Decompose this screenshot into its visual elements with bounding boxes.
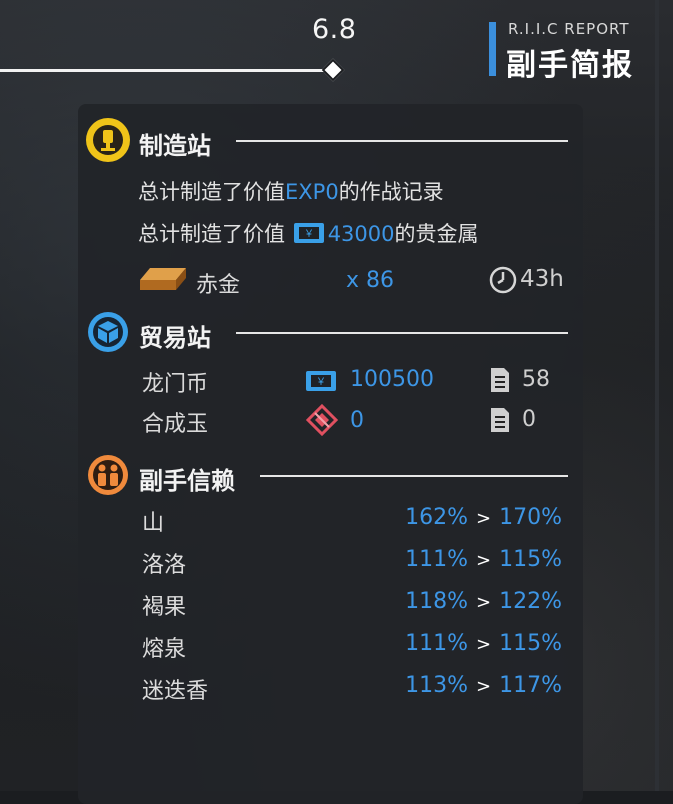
right-edge-rail xyxy=(655,0,659,791)
lmd-icon: ￥ xyxy=(293,223,324,243)
report-subtitle: R.I.I.C REPORT xyxy=(508,20,630,38)
section-trading-title: 贸易站 xyxy=(139,324,211,352)
manufacture-records-line: 总计制造了价值EXP0的作战记录 xyxy=(138,180,444,204)
section-manufacturing-title: 制造站 xyxy=(139,132,211,160)
svg-text:￥: ￥ xyxy=(304,229,314,240)
manufacture-icon xyxy=(86,118,130,162)
trade-row-value: 0 xyxy=(350,408,364,433)
trade-row-name: 合成玉 xyxy=(142,412,209,437)
product-count: x 86 xyxy=(346,268,395,293)
trade-row-value: 100500 xyxy=(350,367,434,392)
slider-track[interactable] xyxy=(0,69,334,72)
document-icon xyxy=(491,408,509,432)
section-trust-title: 副手信赖 xyxy=(139,467,235,495)
manufacture-gold-line: 总计制造了价值 ￥ 43000的贵金属 xyxy=(138,222,479,246)
report-accent-bar xyxy=(489,22,496,76)
trust-row: 迷迭香 113% >117% xyxy=(142,673,562,704)
product-time: 43h xyxy=(520,266,564,292)
arrow-right-icon: > xyxy=(476,592,492,613)
trust-change: 111% >115% xyxy=(405,547,562,572)
trust-row: 洛洛 111% >115% xyxy=(142,547,562,578)
trust-change: 162% >170% xyxy=(405,505,562,530)
gold-bar-icon xyxy=(140,268,186,290)
lmd-icon: ￥ xyxy=(306,371,336,391)
section-divider xyxy=(236,332,568,334)
arrow-right-icon: > xyxy=(476,676,492,697)
report-panel: 制造站 总计制造了价值EXP0的作战记录 总计制造了价值 ￥ 43000的贵金属… xyxy=(78,104,583,804)
trust-row: 熔泉 111% >115% xyxy=(142,631,562,662)
trade-station-icon xyxy=(86,310,130,354)
section-divider xyxy=(260,475,568,477)
trade-row-name: 龙门币 xyxy=(142,372,209,397)
arrow-right-icon: > xyxy=(476,550,492,571)
trust-row: 山 162% >170% xyxy=(142,505,562,536)
section-trust-header: 副手信赖 xyxy=(86,453,568,497)
product-name: 赤金 xyxy=(196,273,241,298)
arrow-right-icon: > xyxy=(476,634,492,655)
operator-name: 熔泉 xyxy=(142,637,187,662)
report-title: 副手简报 xyxy=(506,48,634,83)
trust-change: 118% >122% xyxy=(405,589,562,614)
trade-row-orders: 58 xyxy=(522,367,550,392)
document-icon xyxy=(491,368,509,392)
section-divider xyxy=(236,140,568,142)
operator-name: 褐果 xyxy=(142,595,187,620)
operator-name: 山 xyxy=(142,511,165,536)
trust-row: 褐果 118% >122% xyxy=(142,589,562,620)
svg-text:￥: ￥ xyxy=(316,377,326,388)
clock-icon xyxy=(489,266,517,294)
trade-row-orders: 0 xyxy=(522,407,536,432)
trust-icon xyxy=(86,453,130,497)
section-trading-header: 贸易站 xyxy=(86,310,568,354)
operator-name: 迷迭香 xyxy=(142,679,209,704)
section-manufacturing-header: 制造站 xyxy=(86,118,568,162)
orundum-icon xyxy=(306,404,338,436)
trust-change: 111% >115% xyxy=(405,631,562,656)
slider-value: 6.8 xyxy=(312,14,357,45)
arrow-right-icon: > xyxy=(476,508,492,529)
trust-change: 113% >117% xyxy=(405,673,562,698)
operator-name: 洛洛 xyxy=(142,553,187,578)
